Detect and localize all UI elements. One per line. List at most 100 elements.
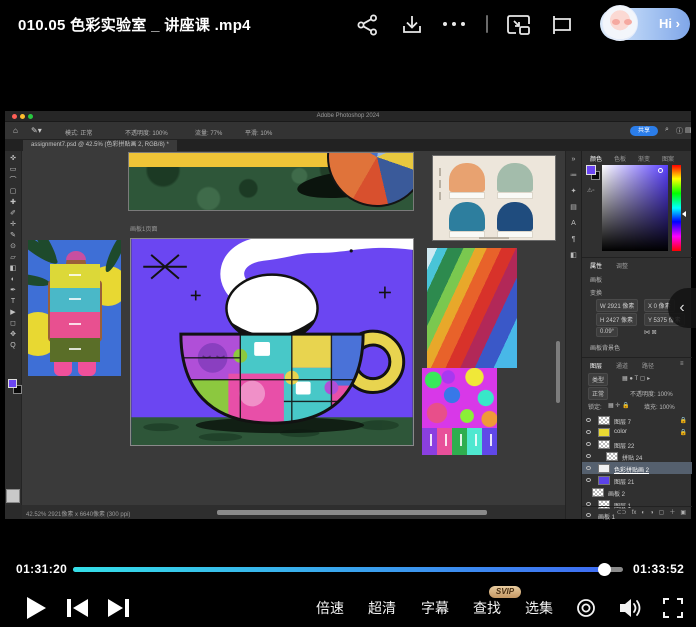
layer-row-selected: 色彩拼贴画 2	[582, 462, 692, 474]
video-title: 010.05 色彩实验室 _ 讲座课 .mp4	[18, 14, 251, 35]
tab-patterns: 图案	[662, 154, 674, 163]
toolbar-bottom-thumb	[6, 489, 20, 503]
flip-icons: ⋈ ⊠	[644, 329, 657, 336]
marquee-tool-icon: ▭	[10, 166, 17, 173]
previous-episode-button[interactable]	[64, 597, 90, 619]
ps-toolbar: ✜ ▭ ⌒ ▢ ✚ ✐ ✛ ✎ ⊙ ▱ ◧ ◐ ✒ T ▶ ◻ ✥ Q	[5, 151, 22, 505]
ps-titlebar: Adobe Photoshop 2024	[5, 111, 691, 122]
pen-tool-icon: ✒	[10, 287, 16, 294]
adjustment-layer-icon: ◑	[650, 510, 654, 519]
opt-smooth: 平滑: 10%	[245, 128, 272, 137]
hand-tool-icon: ✥	[10, 331, 16, 338]
opt-mode: 模式: 正常	[65, 128, 92, 137]
eraser-tool-icon: ▱	[10, 254, 15, 261]
artwork-woman-photo	[28, 240, 121, 376]
props-bg-label: 画板背景色	[590, 343, 620, 352]
ps-dock-strip: » ≔ ✦ ▤ A ¶ ◧	[565, 151, 581, 519]
artwork-cup-illustration	[130, 238, 414, 446]
quality-button[interactable]: 超清	[368, 598, 396, 618]
ps-help-icon: ⓘ	[676, 126, 683, 136]
props-object-type: 画板	[590, 275, 602, 284]
volume-icon[interactable]	[618, 596, 644, 620]
episodes-button[interactable]: 选集	[525, 598, 553, 618]
artwork-top-artboard	[128, 152, 414, 211]
progress-bar[interactable]	[73, 567, 623, 572]
video-frame[interactable]: Adobe Photoshop 2024 ⌂ ✎▾ 模式: 正常 不透明度: 1…	[5, 111, 691, 519]
ps-options-bar: ⌂ ✎▾ 模式: 正常 不透明度: 100% 流量: 77% 平滑: 10% 共…	[5, 122, 691, 140]
transform-angle-field: 0.09°	[596, 327, 618, 337]
picker-foreground-swatch	[586, 165, 596, 175]
color-picker-marker	[658, 168, 663, 173]
hue-slider	[672, 165, 681, 251]
layer-filter-dropdown: 类型	[588, 373, 608, 386]
blend-mode-dropdown: 正常	[588, 387, 608, 400]
layer-row: color🔒	[582, 426, 692, 438]
avatar-label: Hi ›	[659, 16, 680, 31]
play-button[interactable]	[24, 595, 48, 621]
type-tool-icon: T	[11, 298, 15, 305]
home-icon: ⌂	[13, 126, 18, 135]
subtitles-button[interactable]: 字幕	[421, 598, 449, 618]
record-target-icon[interactable]	[576, 598, 596, 618]
swatch-peach	[449, 163, 485, 192]
progress-thumb[interactable]	[598, 563, 611, 576]
tab-properties: 属性	[590, 261, 602, 270]
layer-row: 图层 7🔒	[582, 414, 692, 426]
svip-badge: SVIP	[489, 586, 521, 598]
object-select-tool-icon: ▢	[10, 188, 17, 195]
tool-preset-icon: ✎▾	[31, 126, 42, 135]
dodge-tool-icon: ◐	[11, 276, 15, 283]
layer-style-icon: fx	[632, 510, 637, 519]
info-panel-icon: ◧	[570, 252, 577, 259]
account-avatar[interactable]: Hi ›	[600, 8, 690, 40]
next-episode-button[interactable]	[106, 597, 132, 619]
tab-layers: 图层	[590, 361, 602, 370]
ps-status-bar: 42.52% 2921像素 x 6640像素 (300 ppi)	[22, 505, 565, 519]
swatch-navy	[497, 202, 533, 231]
download-icon[interactable]	[400, 13, 424, 37]
gamut-warning-icon: ⚠▫	[587, 187, 595, 194]
brush-tool-icon: ✎	[10, 232, 16, 239]
layer-row: 画板 2	[582, 486, 692, 498]
mini-window-icon[interactable]	[550, 13, 574, 37]
artwork-swatch-card	[432, 155, 556, 241]
fill-label: 填充: 100%	[644, 402, 675, 411]
more-icon[interactable]	[443, 22, 465, 26]
paragraph-panel-icon: ¶	[572, 236, 576, 243]
path-select-tool-icon: ▶	[10, 309, 15, 316]
canvas-scrollbar-horizontal	[217, 510, 487, 515]
ps-share-button: 共享	[630, 126, 658, 136]
swatch-sage	[497, 163, 533, 192]
layer-row: 拼贴 24	[582, 450, 692, 462]
opt-flow: 流量: 77%	[195, 128, 222, 137]
tab-swatches: 色板	[614, 154, 626, 163]
ps-panels: 颜色 色板 渐变 图案 ⚠▫ 属性 调整 画板 变换 W 2921 像素 X 0…	[581, 151, 691, 519]
heal-tool-icon: ✛	[10, 221, 16, 228]
tab-gradients: 渐变	[638, 154, 650, 163]
crop-tool-icon: ✚	[10, 199, 16, 206]
stamp-tool-icon: ⊙	[10, 243, 16, 250]
eyedropper-tool-icon: ✐	[10, 210, 16, 217]
zoom-tool-icon: Q	[10, 342, 15, 349]
layer-filter-icons: ▦ ● T ▢ ▸	[622, 375, 650, 382]
picture-in-picture-icon[interactable]	[506, 13, 532, 37]
opt-opacity: 不透明度: 100%	[125, 128, 168, 137]
lasso-tool-icon: ⌒	[10, 177, 17, 184]
speed-button[interactable]: 倍速	[316, 598, 344, 618]
share-icon[interactable]	[356, 14, 380, 36]
link-layers-icon: ⊂⊃	[617, 510, 627, 519]
layer-group-icon: ▢	[659, 510, 665, 519]
progress-fill	[73, 567, 604, 572]
layer-row: 图层 22	[582, 438, 692, 450]
tab-paths: 路径	[642, 361, 654, 370]
tab-adjustments: 调整	[616, 261, 628, 270]
color-picker-field	[602, 165, 668, 251]
new-layer-icon: ＋	[669, 510, 675, 519]
character-panel-icon: A	[571, 220, 576, 227]
artwork-rainbow-photo	[427, 248, 517, 368]
artwork-palette-strip	[422, 428, 497, 455]
props-transform-label: 变换	[590, 288, 602, 297]
circular-illustration-fragment	[327, 152, 414, 207]
search-button[interactable]: 查找	[473, 598, 501, 618]
fullscreen-icon[interactable]	[662, 597, 684, 619]
